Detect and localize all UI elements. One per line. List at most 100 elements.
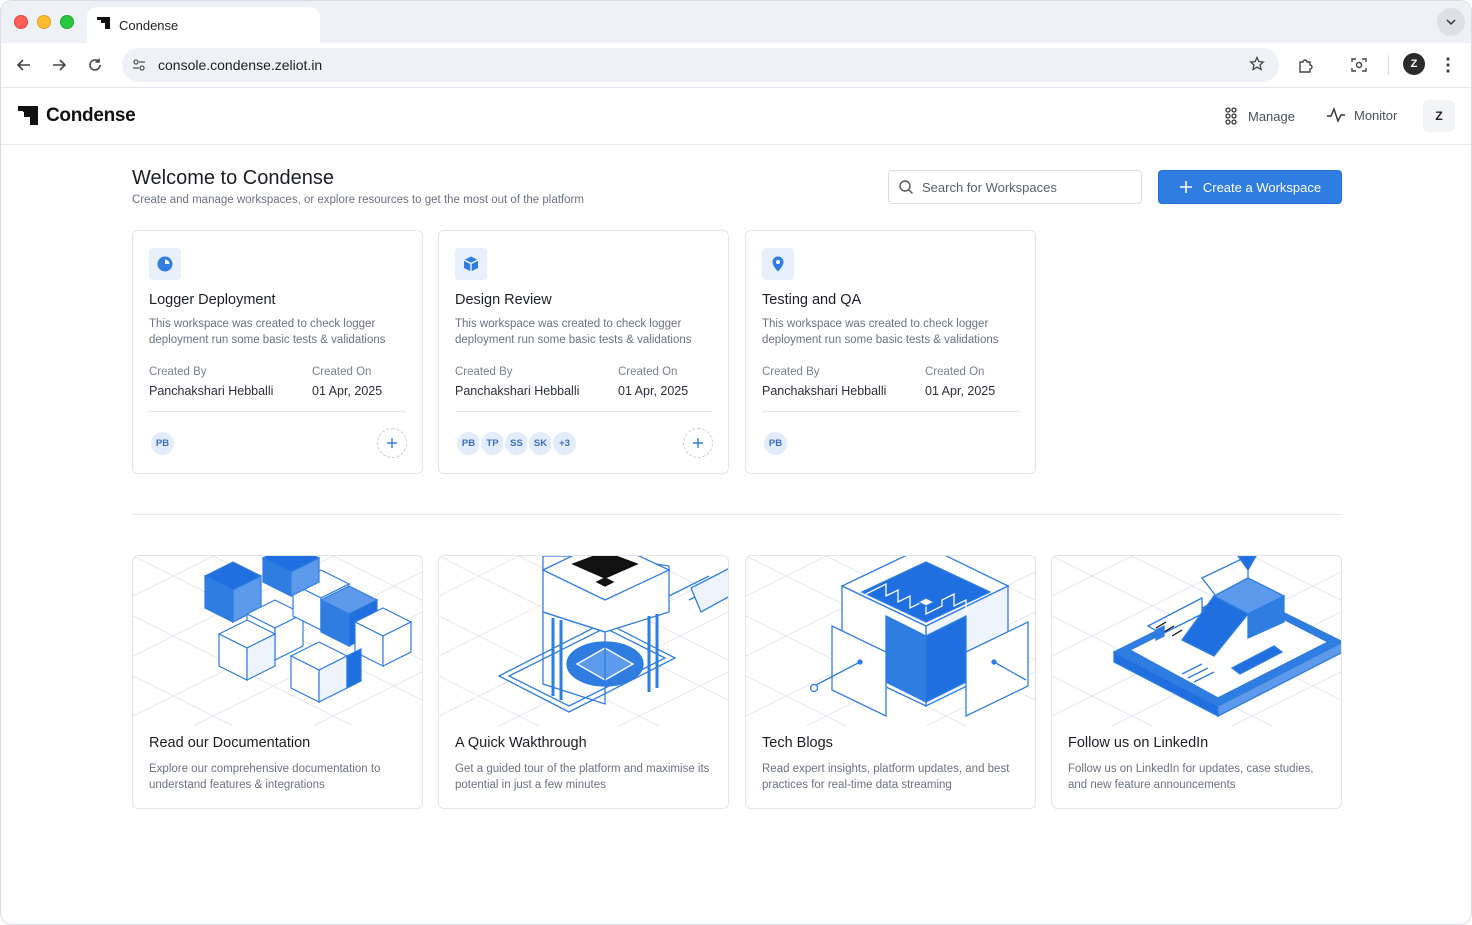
resource-title: Tech Blogs [762,735,833,751]
app-header: Condense Manage Monitor Z [1,88,1471,145]
puzzle-icon [1299,59,1313,73]
resource-description: Get a guided tour of the platform and ma… [455,763,710,791]
screenshot-button[interactable] [1346,52,1372,78]
workspace-search[interactable] [888,170,1142,204]
member-avatars: PB TP SS SK +3 [455,430,578,457]
created-by-label: Created By [149,366,207,378]
workspace-title: Testing and QA [762,292,862,308]
manage-icon [1225,107,1237,125]
bookmark-star-icon[interactable] [1249,55,1265,77]
tab-strip: Condense [1,1,1471,43]
close-window-button[interactable] [14,15,28,29]
site-settings-icon[interactable] [130,56,148,74]
linkedin-illustration [1052,556,1341,726]
member-avatar[interactable]: SS [503,430,530,457]
created-on-value: 01 Apr, 2025 [618,384,689,398]
workspace-card[interactable]: Design Review This workspace was created… [438,230,729,474]
resource-card-walkthrough[interactable]: A Quick Wakthrough Get a guided tour of … [438,555,729,809]
browser-menu-button[interactable] [1435,52,1461,78]
workspace-title: Design Review [455,292,552,308]
created-on-label: Created On [618,366,678,378]
resource-card-tech-blogs[interactable]: Tech Blogs Read expert insights, platfor… [745,555,1036,809]
member-avatar[interactable]: PB [149,430,176,457]
nav-monitor-label: Monitor [1354,107,1398,123]
brand-name: Condense [46,105,136,126]
activity-icon [1327,107,1345,123]
card-divider [762,411,1019,412]
workspace-card[interactable]: Testing and QA This workspace was create… [745,230,1036,474]
workspace-title: Logger Deployment [149,292,276,308]
forward-button[interactable] [46,52,72,78]
created-on-label: Created On [312,366,372,378]
add-member-button[interactable] [683,428,713,458]
condense-logo-icon [18,106,38,125]
cube-icon [463,256,479,272]
address-bar[interactable]: console.condense.zeliot.in [122,48,1279,82]
tech-blogs-illustration [746,556,1035,726]
search-icon [899,180,913,194]
page-title: Welcome to Condense [132,167,334,189]
tab-title: Condense [119,17,179,33]
card-divider [149,411,406,412]
plus-icon [1179,181,1192,193]
member-avatars: PB [762,430,789,457]
maximize-window-button[interactable] [60,15,74,29]
url-text[interactable]: console.condense.zeliot.in [158,57,322,73]
nav-monitor[interactable]: Monitor [1326,107,1397,123]
brand-logo[interactable]: Condense [18,105,136,127]
workspace-description: This workspace was created to check logg… [762,318,999,346]
toolbar-divider [1388,55,1389,75]
browser-toolbar: console.condense.zeliot.in Z [1,43,1471,88]
browser-window: Condense console.condense.zeliot.in Z Co… [0,0,1472,925]
workspace-card[interactable]: Logger Deployment This workspace was cre… [132,230,423,474]
nav-manage[interactable]: Manage [1224,107,1295,125]
browser-tab[interactable]: Condense [87,7,320,43]
reload-icon [89,58,101,71]
location-pin-icon [772,256,784,272]
page-subtitle: Create and manage workspaces, or explore… [132,194,584,206]
resource-title: Follow us on LinkedIn [1068,735,1209,751]
resource-title: Read our Documentation [149,735,311,751]
resource-card-documentation[interactable]: Read our Documentation Explore our compr… [132,555,423,809]
search-input[interactable] [922,179,1122,195]
created-by-label: Created By [455,366,513,378]
member-avatar[interactable]: PB [455,430,482,457]
back-button[interactable] [11,52,37,78]
card-divider [455,411,712,412]
chart-pie-icon [157,256,173,272]
create-workspace-label: Create a Workspace [1202,179,1322,195]
minimize-window-button[interactable] [37,15,51,29]
created-by-label: Created By [762,366,820,378]
created-by-value: Panchakshari Hebballi [762,384,887,398]
add-member-button[interactable] [377,428,407,458]
create-workspace-button[interactable]: Create a Workspace [1158,170,1342,204]
workspace-icon [762,248,794,280]
member-avatar[interactable]: SK [527,430,554,457]
extensions-button[interactable] [1293,52,1319,78]
section-divider [132,514,1342,515]
documentation-illustration [133,556,422,726]
arrow-left-icon [16,59,30,71]
workspace-description: This workspace was created to check logg… [455,318,692,346]
created-on-label: Created On [925,366,985,378]
member-avatars: PB [149,430,176,457]
member-avatar[interactable]: PB [762,430,789,457]
workspace-icon [455,248,487,280]
resource-description: Read expert insights, platform updates, … [762,763,1010,791]
condense-favicon-icon [97,16,111,35]
created-by-value: Panchakshari Hebballi [455,384,580,398]
tab-search-button[interactable] [1437,8,1465,36]
reload-button[interactable] [82,52,108,78]
member-avatar[interactable]: TP [479,430,506,457]
workspace-description: This workspace was created to check logg… [149,318,386,346]
screen-capture-icon [1351,58,1367,72]
more-members-badge[interactable]: +3 [551,430,578,457]
plus-icon [693,438,703,448]
created-on-value: 01 Apr, 2025 [312,384,383,398]
resource-title: A Quick Wakthrough [455,735,587,751]
plus-icon [387,438,397,448]
resource-card-linkedin[interactable]: Follow us on LinkedIn Follow us on Linke… [1051,555,1342,809]
created-on-value: 01 Apr, 2025 [925,384,996,398]
user-menu-button[interactable]: Z [1423,100,1455,132]
profile-avatar[interactable]: Z [1403,53,1425,75]
